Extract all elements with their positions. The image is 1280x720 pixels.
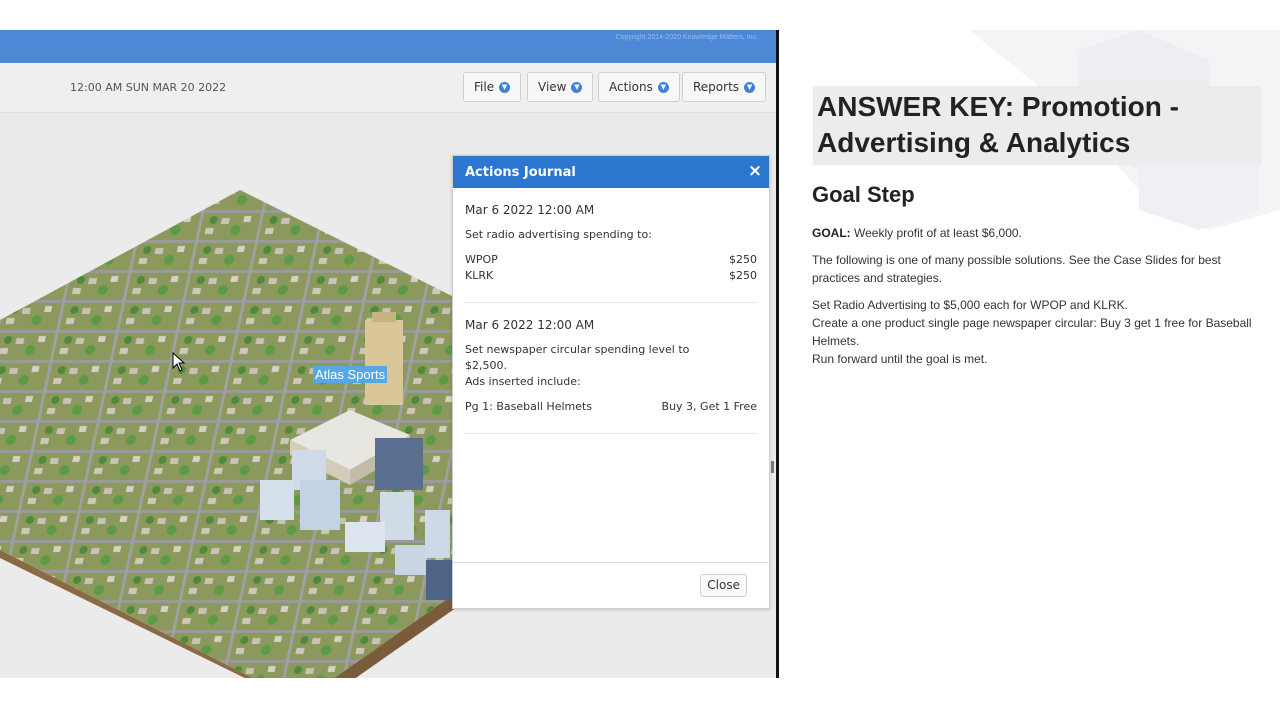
answer-key-pane: ANSWER KEY: Promotion - Advertising & An…: [779, 30, 1280, 678]
chevron-down-icon: ▼: [499, 81, 511, 93]
answer-key-title-box: ANSWER KEY: Promotion - Advertising & An…: [813, 86, 1261, 165]
page-title: ANSWER KEY: Promotion - Advertising & An…: [817, 91, 1179, 158]
entry-row: Pg 1: Baseball Helmets Buy 3, Get 1 Free: [465, 399, 757, 415]
scrollbar-handle[interactable]: [771, 461, 774, 473]
entry-row: KLRK $250: [465, 268, 757, 284]
section-heading: Goal Step: [812, 182, 915, 207]
reports-menu-button[interactable]: Reports ▼: [682, 72, 767, 102]
close-icon[interactable]: ×: [747, 163, 763, 180]
copyright-text: Copyright 2014-2020 Knowledge Matters, I…: [615, 34, 758, 41]
entry-row-value: Buy 3, Get 1 Free: [661, 400, 757, 413]
entry-date: Mar 6 2022 12:00 AM: [465, 203, 595, 217]
entry-row-value: $250: [729, 269, 757, 282]
entry-row-name: KLRK: [465, 269, 494, 282]
file-menu-label: File: [474, 80, 495, 94]
intro-text: The following is one of many possible so…: [812, 253, 1221, 285]
actions-menu-button[interactable]: Actions ▼: [598, 72, 680, 102]
chevron-down-icon: ▼: [571, 81, 583, 93]
file-menu-button[interactable]: File ▼: [463, 72, 522, 102]
view-menu-label: View: [538, 80, 567, 94]
dialog-header: Actions Journal ×: [453, 156, 769, 188]
dialog-footer: Close: [453, 562, 769, 608]
view-menu-button[interactable]: View ▼: [527, 72, 594, 102]
journal-entry: Mar 6 2022 12:00 AM Set radio advertisin…: [465, 188, 757, 303]
entry-row: WPOP $250: [465, 252, 757, 268]
mouse-pointer-icon: [172, 352, 186, 372]
solution-step: Create a one product single page newspap…: [812, 316, 1252, 348]
entry-row-name: Pg 1: Baseball Helmets: [465, 400, 593, 413]
reports-menu-label: Reports: [693, 80, 740, 94]
chevron-down-icon: ▼: [657, 81, 669, 93]
solution-step: Set Radio Advertising to $5,000 each for…: [812, 298, 1128, 312]
goal-statement: GOAL: Weekly profit of at least $6,000.: [812, 224, 1257, 242]
actions-journal-dialog: Actions Journal × Mar 6 2022 12:00 AM Se…: [452, 155, 774, 609]
entry-description: Set newspaper circular spending level to: [465, 343, 690, 356]
chevron-down-icon: ▼: [744, 81, 756, 93]
store-map-label[interactable]: Atlas Sports: [313, 366, 388, 383]
entry-row-value: $250: [729, 253, 757, 266]
entry-description: Set radio advertising spending to:: [465, 228, 652, 241]
goal-label: GOAL:: [812, 226, 851, 240]
journal-entries: Mar 6 2022 12:00 AM Set radio advertisin…: [453, 188, 769, 563]
sim-date-time: 12:00 AM SUN MAR 20 2022: [70, 81, 227, 94]
dialog-title: Actions Journal: [465, 164, 576, 180]
entry-description: Ads inserted include:: [465, 375, 581, 388]
goal-content: GOAL: Weekly profit of at least $6,000. …: [812, 224, 1257, 368]
journal-entry: Mar 6 2022 12:00 AM Set newspaper circul…: [465, 303, 757, 434]
solution-step: Run forward until the goal is met.: [812, 352, 988, 366]
simulation-pane: Copyright 2014-2020 Knowledge Matters, I…: [0, 30, 776, 678]
goal-text: Weekly profit of at least $6,000.: [850, 226, 1022, 240]
entry-description: $2,500.: [465, 359, 507, 372]
close-button[interactable]: Close: [700, 574, 747, 597]
app-header-bar: Copyright 2014-2020 Knowledge Matters, I…: [0, 30, 776, 63]
actions-menu-label: Actions: [609, 80, 653, 94]
entry-row-name: WPOP: [465, 253, 498, 266]
entry-date: Mar 6 2022 12:00 AM: [465, 318, 595, 332]
